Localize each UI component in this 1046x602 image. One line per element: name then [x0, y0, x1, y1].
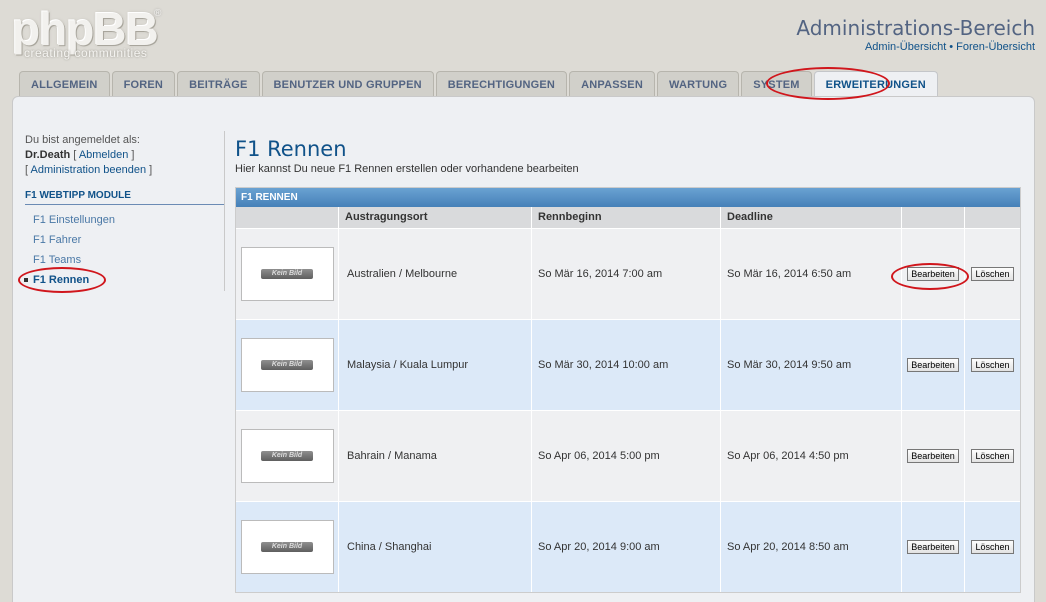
- race-image: Kein Bild: [240, 520, 334, 574]
- main-panel: Du bist angemeldet als: Dr.Death [ Abmel…: [12, 96, 1035, 602]
- logo-tagline: creating communities: [24, 46, 148, 60]
- edit-button[interactable]: Bearbeiten: [907, 540, 959, 554]
- end-admin-link[interactable]: Administration beenden: [31, 164, 147, 176]
- user-line: Dr.Death [ Abmelden ]: [25, 149, 135, 161]
- delete-cell: Löschen: [965, 502, 1020, 592]
- race-image: Kein Bild: [240, 429, 334, 483]
- end-admin-line: [ Administration beenden ]: [25, 164, 153, 176]
- sidebar: Du bist angemeldet als: Dr.Death [ Abmel…: [24, 133, 225, 290]
- tab-anpassen[interactable]: Anpassen: [569, 71, 655, 97]
- sidebar-item-f1-fahrer[interactable]: F1 Fahrer: [25, 230, 225, 250]
- link-separator: •: [949, 41, 954, 53]
- race-location: Bahrain / Manama: [339, 411, 532, 501]
- race-location: Australien / Melbourne: [339, 229, 532, 319]
- table-row: Kein Bild Bahrain / Manama So Apr 06, 20…: [236, 410, 1020, 501]
- no-image-badge: Kein Bild: [261, 360, 313, 370]
- delete-cell: Löschen: [965, 320, 1020, 410]
- race-deadline: So Apr 20, 2014 8:50 am: [721, 502, 902, 592]
- col-start: Rennbeginn: [532, 207, 721, 228]
- col-image: [236, 207, 339, 228]
- edit-cell: Bearbeiten: [902, 320, 965, 410]
- edit-button[interactable]: Bearbeiten: [907, 358, 959, 372]
- admin-links: Admin-Übersicht • Foren-Übersicht: [796, 41, 1035, 53]
- delete-cell: Löschen: [965, 411, 1020, 501]
- race-start: So Mär 30, 2014 10:00 am: [532, 320, 721, 410]
- edit-cell: Bearbeiten: [902, 411, 965, 501]
- tab-erweiterungen[interactable]: Erweiterungen: [813, 71, 938, 97]
- phpbb-logo: phpBB ® creating communities: [12, 6, 172, 64]
- race-location: China / Shanghai: [339, 502, 532, 592]
- race-image-cell: Kein Bild: [236, 411, 339, 501]
- races-table: F1 Rennen Austragungsort Rennbeginn Dead…: [235, 187, 1021, 593]
- race-image-cell: Kein Bild: [236, 502, 339, 592]
- sidebar-divider: [224, 131, 225, 291]
- admin-title: Administrations-Bereich: [796, 16, 1035, 40]
- logged-in-label: Du bist angemeldet als:: [25, 134, 140, 146]
- col-deadline: Deadline: [721, 207, 902, 228]
- delete-button[interactable]: Löschen: [971, 267, 1014, 281]
- no-image-badge: Kein Bild: [261, 542, 313, 552]
- race-start: So Apr 06, 2014 5:00 pm: [532, 411, 721, 501]
- race-deadline: So Mär 30, 2014 9:50 am: [721, 320, 902, 410]
- col-edit: [902, 207, 965, 228]
- page-title: F1 Rennen: [235, 137, 347, 161]
- race-start: So Mär 16, 2014 7:00 am: [532, 229, 721, 319]
- col-delete: [965, 207, 1020, 228]
- sidebar-item-f1-rennen[interactable]: F1 Rennen: [24, 270, 225, 290]
- table-caption: F1 Rennen: [236, 188, 1020, 207]
- no-image-badge: Kein Bild: [261, 269, 313, 279]
- race-deadline: So Apr 06, 2014 4:50 pm: [721, 411, 902, 501]
- edit-cell: Bearbeiten: [902, 229, 965, 319]
- module-menu: F1 Einstellungen F1 Fahrer F1 Teams F1 R…: [24, 210, 225, 290]
- edit-button[interactable]: Bearbeiten: [907, 267, 959, 281]
- module-heading: F1 Webtipp Module: [25, 190, 225, 205]
- main-tabs: Allgemein Foren Beiträge Benutzer und Gr…: [19, 71, 938, 97]
- race-image: Kein Bild: [240, 338, 334, 392]
- admin-header: Administrations-Bereich Admin-Übersicht •…: [796, 16, 1035, 53]
- edit-cell: Bearbeiten: [902, 502, 965, 592]
- tab-benutzer-und-gruppen[interactable]: Benutzer und Gruppen: [261, 71, 434, 97]
- table-row: Kein Bild Malaysia / Kuala Lumpur So Mär…: [236, 319, 1020, 410]
- edit-button[interactable]: Bearbeiten: [907, 449, 959, 463]
- table-header: Austragungsort Rennbeginn Deadline: [236, 207, 1020, 228]
- logo-registered-mark: ®: [154, 8, 162, 19]
- race-location: Malaysia / Kuala Lumpur: [339, 320, 532, 410]
- race-image-cell: Kein Bild: [236, 320, 339, 410]
- col-location: Austragungsort: [339, 207, 532, 228]
- tab-system[interactable]: System: [741, 71, 812, 97]
- delete-cell: Löschen: [965, 229, 1020, 319]
- tab-wartung[interactable]: Wartung: [656, 71, 740, 97]
- tab-beitraege[interactable]: Beiträge: [177, 71, 260, 97]
- race-image: Kein Bild: [240, 247, 334, 301]
- logout-link[interactable]: Abmelden: [79, 149, 129, 161]
- delete-button[interactable]: Löschen: [971, 449, 1014, 463]
- sidebar-item-f1-teams[interactable]: F1 Teams: [25, 250, 225, 270]
- race-deadline: So Mär 16, 2014 6:50 am: [721, 229, 902, 319]
- no-image-badge: Kein Bild: [261, 451, 313, 461]
- admin-overview-link[interactable]: Admin-Übersicht: [865, 41, 946, 53]
- page-description: Hier kannst Du neue F1 Rennen erstellen …: [235, 163, 579, 175]
- forum-overview-link[interactable]: Foren-Übersicht: [956, 41, 1035, 53]
- tab-foren[interactable]: Foren: [111, 71, 176, 97]
- content-area: F1 Rennen Hier kannst Du neue F1 Rennen …: [235, 137, 1023, 593]
- username: Dr.Death: [25, 149, 71, 161]
- race-start: So Apr 20, 2014 9:00 am: [532, 502, 721, 592]
- sidebar-item-f1-einstellungen[interactable]: F1 Einstellungen: [25, 210, 225, 230]
- delete-button[interactable]: Löschen: [971, 358, 1014, 372]
- table-row: Kein Bild Australien / Melbourne So Mär …: [236, 228, 1020, 319]
- tab-allgemein[interactable]: Allgemein: [19, 71, 110, 97]
- tab-berechtigungen[interactable]: Berechtigungen: [435, 71, 568, 97]
- delete-button[interactable]: Löschen: [971, 540, 1014, 554]
- table-row: Kein Bild China / Shanghai So Apr 20, 20…: [236, 501, 1020, 592]
- race-image-cell: Kein Bild: [236, 229, 339, 319]
